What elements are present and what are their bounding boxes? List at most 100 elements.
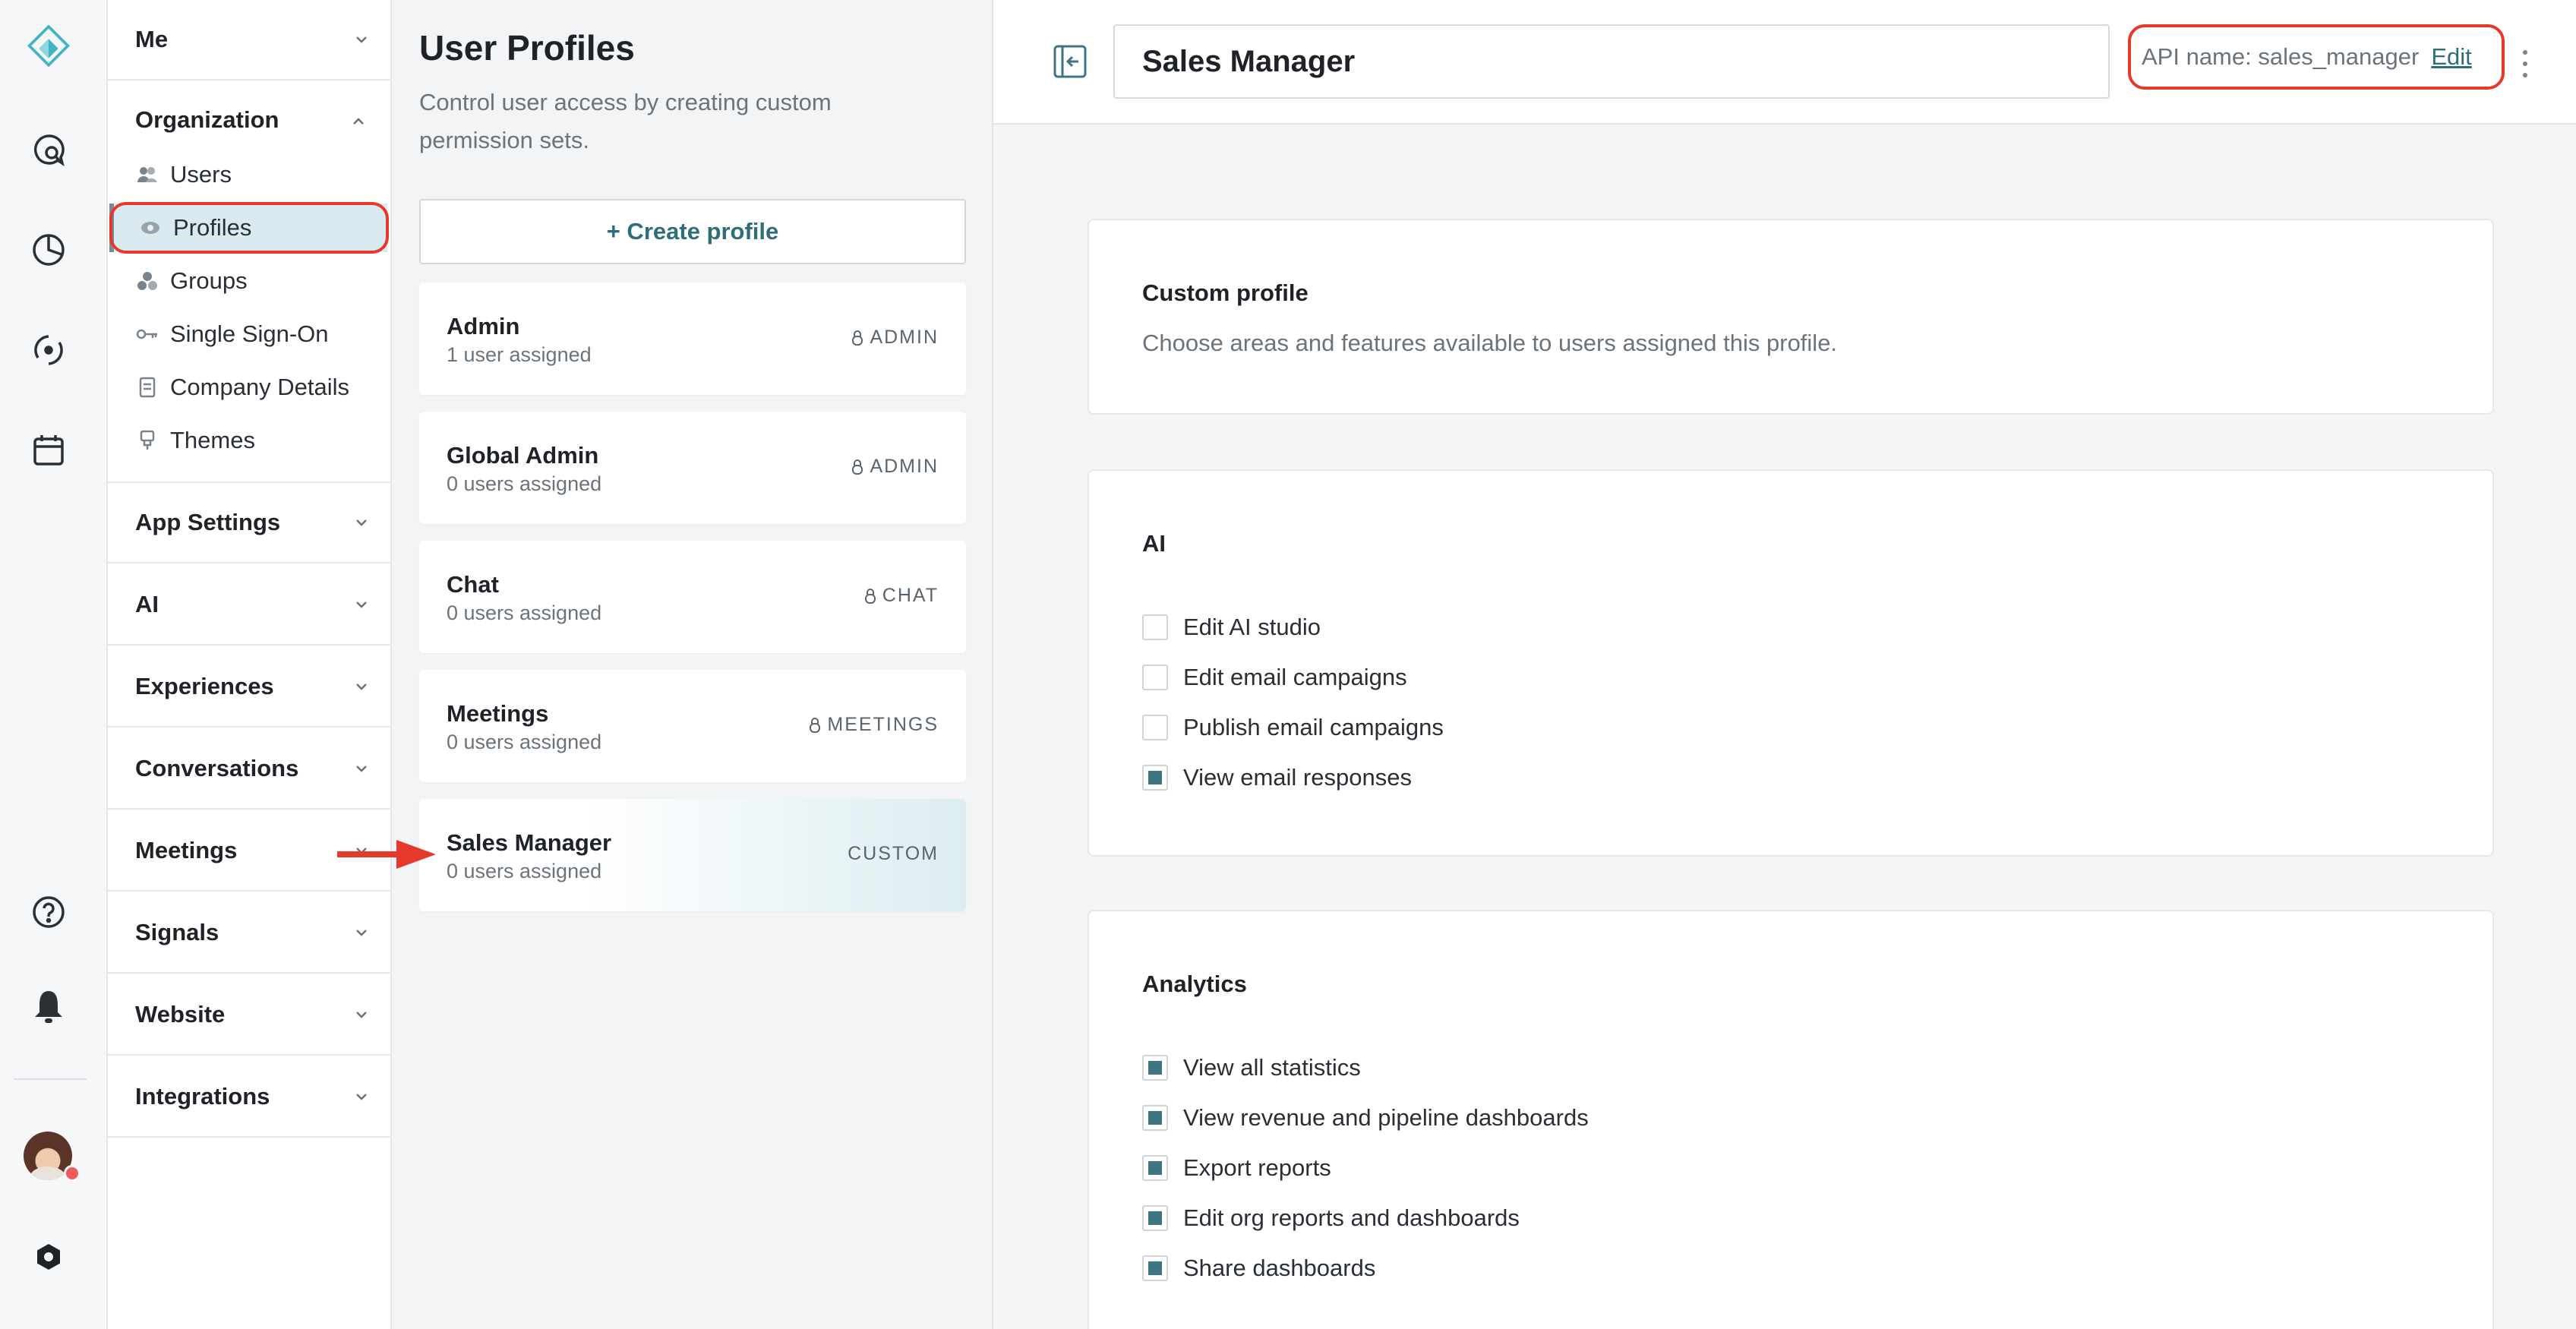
profile-card-sales-manager[interactable]: Sales Manager 0 users assigned CUSTOM bbox=[419, 799, 966, 911]
checkbox[interactable] bbox=[1142, 614, 1168, 640]
card-title: Analytics bbox=[1142, 971, 1247, 997]
profile-tag-label: MEETINGS bbox=[827, 714, 939, 735]
profile-tag: ADMIN bbox=[851, 327, 939, 349]
nav-item-groups[interactable]: Groups bbox=[108, 257, 390, 305]
checkbox[interactable] bbox=[1142, 715, 1168, 740]
checkbox[interactable] bbox=[1142, 1105, 1168, 1131]
nav-section-organization[interactable]: Organization bbox=[135, 106, 279, 134]
page-title: User Profiles bbox=[419, 28, 635, 68]
checkbox[interactable] bbox=[1142, 1255, 1168, 1281]
chevron-down-icon bbox=[356, 1012, 367, 1018]
checkbox[interactable] bbox=[1142, 664, 1168, 690]
nav-section-me[interactable]: Me bbox=[108, 0, 390, 80]
profile-name: Global Admin bbox=[447, 442, 599, 469]
pie-chart-icon[interactable] bbox=[27, 228, 71, 272]
active-indicator bbox=[109, 204, 114, 252]
nav-section-integrations[interactable]: Integrations bbox=[108, 1057, 390, 1138]
profile-card-meetings[interactable]: Meetings 0 users assigned MEETINGS bbox=[419, 670, 966, 782]
checkbox-label: Export reports bbox=[1183, 1154, 1331, 1181]
nav-section-app-settings[interactable]: App Settings bbox=[108, 483, 390, 563]
nav-section-signals[interactable]: Signals bbox=[108, 893, 390, 974]
nav-item-profiles[interactable]: Profiles bbox=[109, 204, 387, 252]
checkbox-edit-ai-studio[interactable]: Edit AI studio bbox=[1142, 612, 1321, 642]
nav-section-experiences[interactable]: Experiences bbox=[108, 647, 390, 728]
more-options-icon[interactable] bbox=[2512, 47, 2538, 80]
brush-icon bbox=[135, 428, 159, 453]
nav-item-label: Themes bbox=[170, 427, 255, 453]
profile-card-admin[interactable]: Admin 1 user assigned ADMIN bbox=[419, 283, 966, 395]
profile-name: Sales Manager bbox=[447, 829, 612, 856]
checkbox-view-all-statistics[interactable]: View all statistics bbox=[1142, 1053, 1361, 1083]
help-icon[interactable] bbox=[27, 890, 71, 934]
checkbox-view-email-responses[interactable]: View email responses bbox=[1142, 762, 1412, 793]
checkbox-share-dashboards[interactable]: Share dashboards bbox=[1142, 1253, 1375, 1283]
profile-tag-label: CUSTOM bbox=[848, 843, 939, 864]
checkbox-label: Edit AI studio bbox=[1183, 614, 1321, 640]
checkbox[interactable] bbox=[1142, 1205, 1168, 1231]
checkbox-label: Edit email campaigns bbox=[1183, 664, 1407, 690]
nav-item-users[interactable]: Users bbox=[108, 150, 390, 199]
api-name-box: API name: sales_manager Edit bbox=[2128, 24, 2505, 90]
nav-item-sso[interactable]: Single Sign-On bbox=[108, 310, 390, 358]
nav-section-website[interactable]: Website bbox=[108, 975, 390, 1056]
chat-search-icon[interactable] bbox=[27, 128, 71, 172]
custom-profile-card: Custom profile Choose areas and features… bbox=[1088, 219, 2494, 415]
profile-tag-label: ADMIN bbox=[870, 327, 939, 348]
nav-section-label: Website bbox=[135, 1001, 226, 1028]
checkbox-label: View email responses bbox=[1183, 764, 1412, 791]
lock-icon bbox=[864, 588, 876, 604]
nav-item-label: Groups bbox=[170, 267, 248, 294]
profile-card-chat[interactable]: Chat 0 users assigned CHAT bbox=[419, 541, 966, 653]
nav-section-label: AI bbox=[135, 591, 159, 617]
nav-section-ai[interactable]: AI bbox=[108, 565, 390, 646]
chevron-down-icon bbox=[356, 766, 367, 772]
checkbox-export-reports[interactable]: Export reports bbox=[1142, 1153, 1331, 1183]
profile-detail-panel: API name: sales_manager Edit Custom prof… bbox=[993, 0, 2576, 1329]
collapse-panel-icon[interactable] bbox=[1051, 43, 1089, 80]
checkbox[interactable] bbox=[1142, 1055, 1168, 1081]
checkbox-label: Share dashboards bbox=[1183, 1255, 1376, 1281]
users-icon bbox=[135, 163, 159, 187]
nav-section-conversations[interactable]: Conversations bbox=[108, 729, 390, 810]
profile-tag-label: CHAT bbox=[882, 585, 939, 606]
nav-section-label: Experiences bbox=[135, 673, 274, 699]
profile-tag: CHAT bbox=[864, 585, 939, 607]
chevron-down-icon bbox=[356, 601, 367, 608]
checkbox[interactable] bbox=[1142, 1155, 1168, 1181]
checkbox-publish-email-campaigns[interactable]: Publish email campaigns bbox=[1142, 712, 1444, 743]
create-profile-button[interactable]: + Create profile bbox=[419, 199, 966, 264]
checkbox[interactable] bbox=[1142, 765, 1168, 791]
nav-item-company-details[interactable]: Company Details bbox=[108, 363, 390, 412]
card-title: AI bbox=[1142, 530, 1166, 557]
checkbox-edit-email-campaigns[interactable]: Edit email campaigns bbox=[1142, 662, 1407, 693]
chevron-up-icon[interactable] bbox=[351, 114, 366, 129]
icon-rail bbox=[0, 0, 108, 1329]
checkbox-label: View revenue and pipeline dashboards bbox=[1183, 1104, 1589, 1131]
status-dot bbox=[64, 1165, 80, 1182]
signals-icon[interactable] bbox=[27, 328, 71, 372]
rail-divider bbox=[14, 1078, 87, 1080]
chevron-down-icon bbox=[356, 519, 367, 526]
nav-section-label: App Settings bbox=[135, 509, 281, 535]
checkbox-view-revenue-dashboards[interactable]: View revenue and pipeline dashboards bbox=[1142, 1103, 1589, 1133]
profile-name-input[interactable] bbox=[1113, 24, 2110, 99]
edit-api-name-link[interactable]: Edit bbox=[2431, 43, 2471, 71]
eye-icon bbox=[138, 216, 163, 240]
key-icon bbox=[135, 322, 159, 346]
bell-icon[interactable] bbox=[27, 984, 71, 1028]
chevron-down-icon bbox=[356, 1094, 367, 1100]
profile-tag: MEETINGS bbox=[809, 714, 939, 736]
ai-permissions-card: AI Edit AI studio Edit email campaigns P… bbox=[1088, 469, 2494, 857]
calendar-icon[interactable] bbox=[27, 428, 71, 472]
checkbox-label: Publish email campaigns bbox=[1183, 714, 1444, 740]
profile-name: Chat bbox=[447, 571, 499, 598]
nav-item-themes[interactable]: Themes bbox=[108, 416, 390, 465]
detail-header: API name: sales_manager Edit bbox=[993, 0, 2576, 125]
settings-icon[interactable] bbox=[27, 1235, 71, 1279]
nav-item-label: Company Details bbox=[170, 374, 350, 400]
groups-icon bbox=[135, 269, 159, 293]
checkbox-edit-org-reports[interactable]: Edit org reports and dashboards bbox=[1142, 1203, 1520, 1233]
logo-icon[interactable] bbox=[27, 24, 71, 70]
profile-card-global-admin[interactable]: Global Admin 0 users assigned ADMIN bbox=[419, 412, 966, 524]
nav-section-meetings[interactable]: Meetings bbox=[108, 811, 390, 892]
